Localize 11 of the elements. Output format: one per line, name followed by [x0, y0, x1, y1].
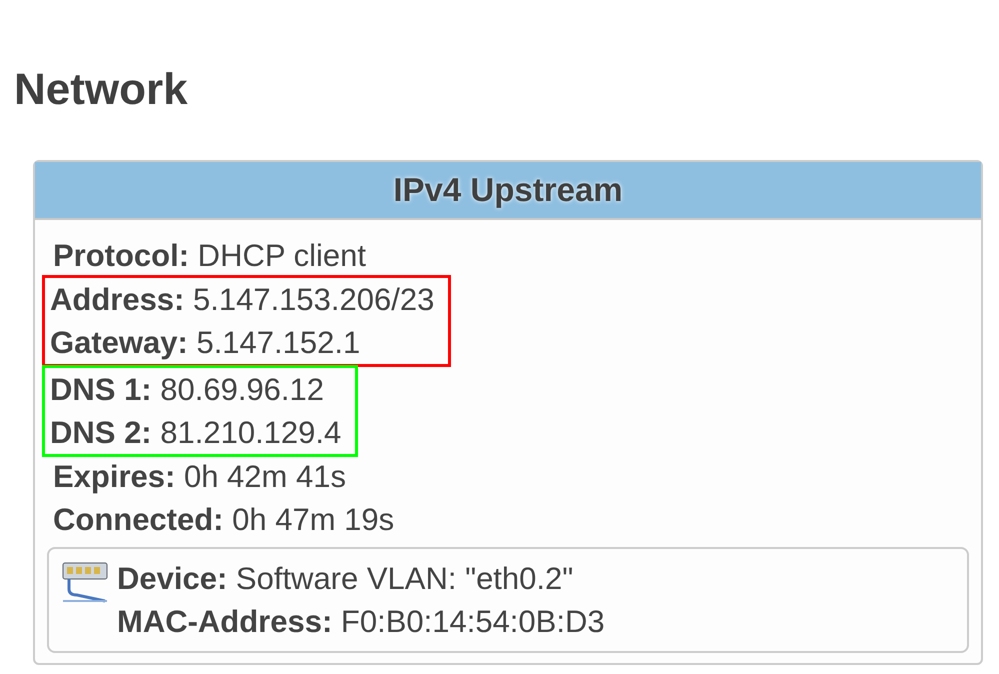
card-title: IPv4 Upstream	[35, 162, 981, 220]
info-line: Connected: 0h 47m 19s	[53, 501, 396, 539]
info-line: Address: 5.147.153.206/23	[50, 281, 434, 319]
page-title: Network	[14, 64, 189, 116]
info-line: Protocol: DHCP client	[53, 237, 367, 275]
info-line: Device: Software VLAN: "eth0.2"	[117, 560, 574, 598]
info-line: Expires: 0h 42m 41s	[53, 458, 347, 496]
info-line: DNS 1: 80.69.96.12	[50, 371, 326, 409]
info-line: Gateway: 5.147.152.1	[50, 324, 362, 362]
info-line: DNS 2: 81.210.129.4	[50, 414, 342, 452]
info-line: MAC-Address: F0:B0:14:54:0B:D3	[117, 603, 605, 641]
